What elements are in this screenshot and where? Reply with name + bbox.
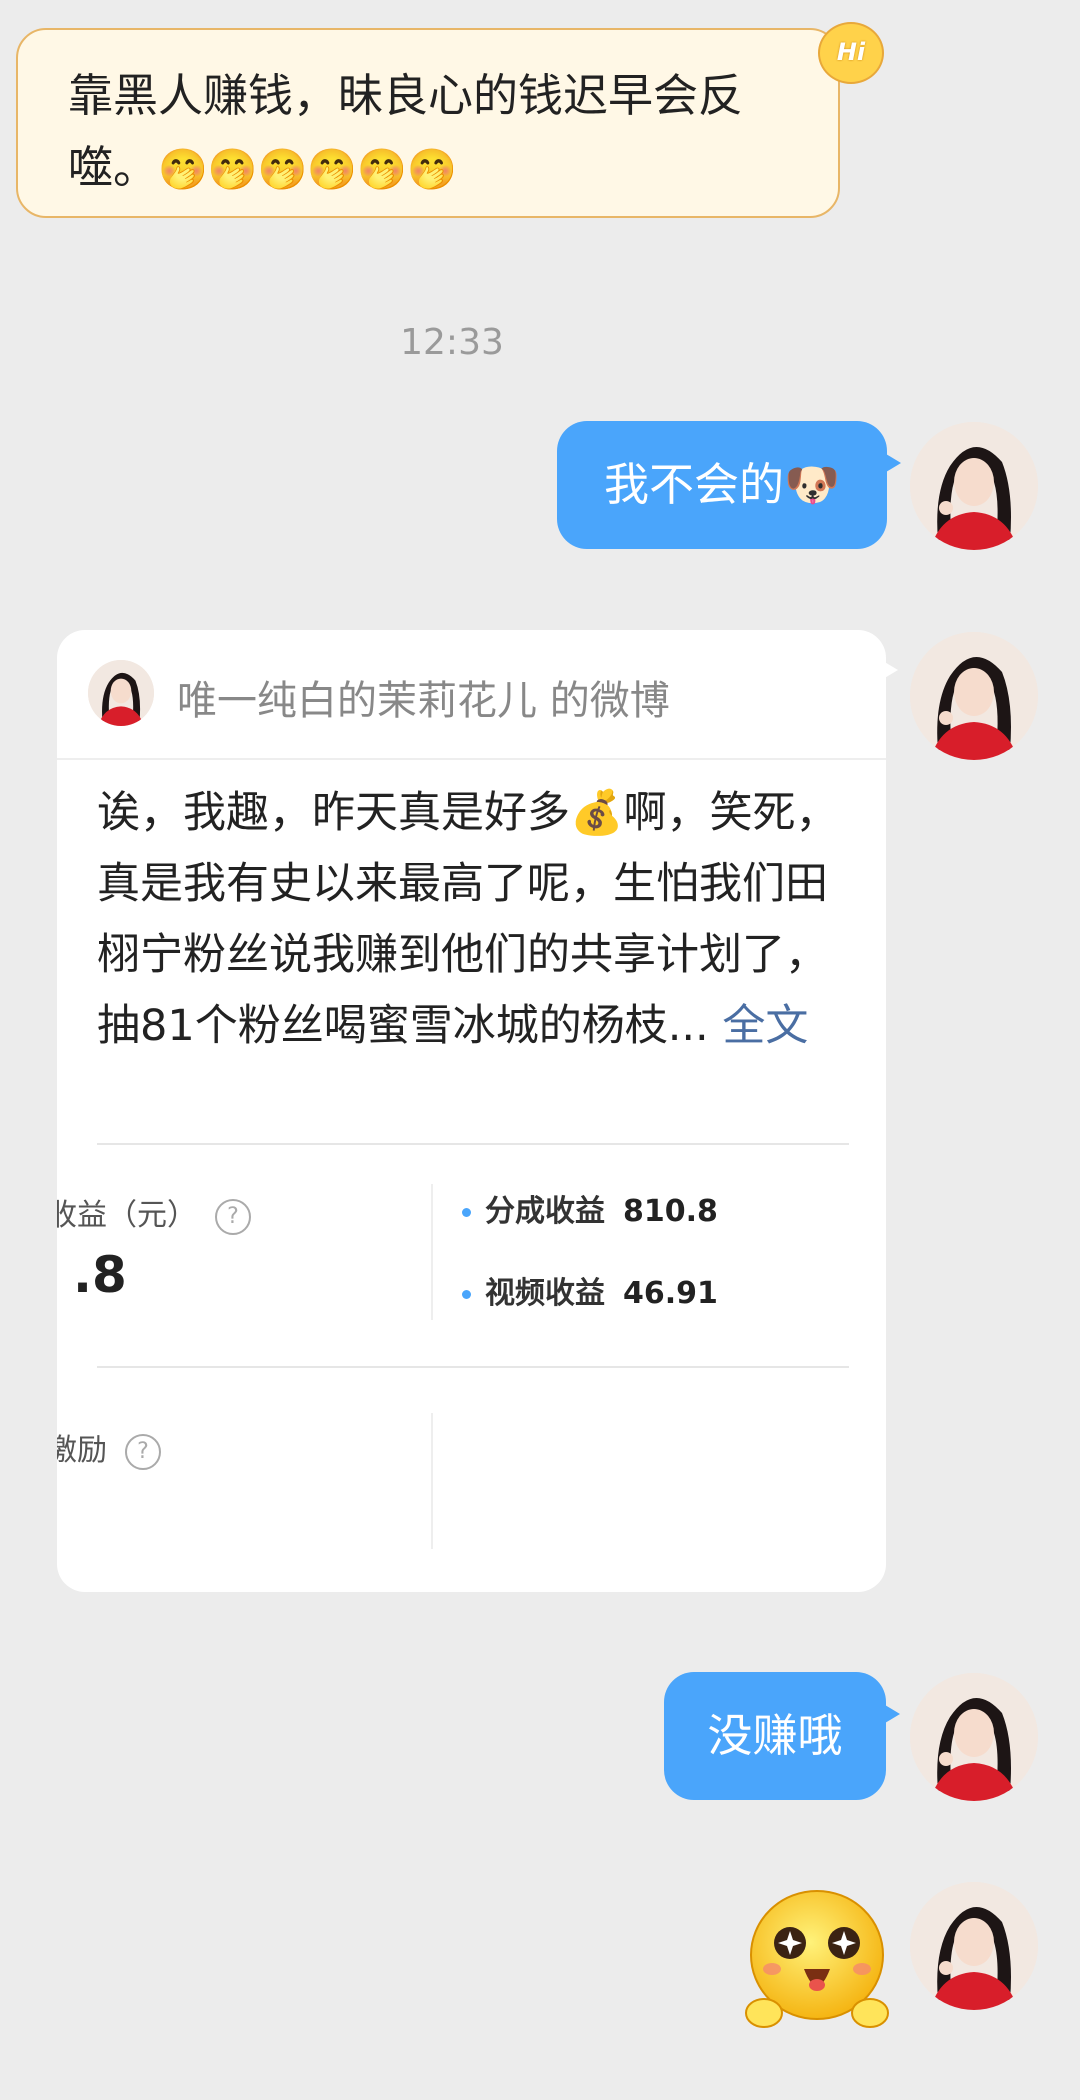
avatar[interactable]	[910, 1882, 1038, 2010]
card-body-text: 诶，我趣，昨天真是好多💰啊，笑死，真是我有史以来最高了呢，生怕我们田栩宁粉丝说我…	[97, 778, 857, 1062]
income-value: .8	[73, 1246, 127, 1304]
outgoing-message-text: 没赚哦	[707, 1709, 843, 1762]
avatar[interactable]	[910, 422, 1038, 550]
help-icon[interactable]: ?	[215, 1198, 251, 1235]
video-income-row: 视频收益 46.91	[462, 1268, 718, 1312]
bullet-dot-icon	[462, 1290, 471, 1299]
sticker-icon	[745, 1890, 889, 2028]
card-header: 唯一纯白的茉莉花儿 的微博	[57, 630, 886, 760]
avatar[interactable]	[910, 1673, 1038, 1801]
user-avatar-icon	[910, 1882, 1038, 2010]
emoji-row: 🤭🤭🤭🤭🤭🤭	[158, 147, 457, 193]
vertical-divider	[431, 1184, 433, 1320]
outgoing-message-text: 我不会的	[603, 458, 784, 511]
user-avatar-icon	[910, 632, 1038, 760]
message-timestamp: 12:33	[400, 322, 504, 363]
hi-badge-icon: Hi	[818, 22, 884, 84]
outgoing-message-bubble[interactable]: 我不会的🐶	[557, 421, 901, 549]
card-title: 唯一纯白的茉莉花儿 的微博	[177, 678, 670, 724]
card-tail	[878, 658, 898, 682]
help-icon[interactable]: ?	[125, 1433, 161, 1470]
doge-emoji-icon: 🐶	[783, 458, 841, 511]
avatar[interactable]	[910, 632, 1038, 760]
divider	[97, 1366, 849, 1368]
divider	[97, 1143, 849, 1145]
incoming-message-bubble[interactable]: 靠黑人赚钱，昧良心的钱迟早会反噬。🤭🤭🤭🤭🤭🤭	[16, 28, 840, 218]
split-income-row: 分成收益 810.8	[462, 1186, 718, 1230]
author-avatar-icon	[88, 660, 154, 726]
bullet-dot-icon	[462, 1208, 471, 1217]
weibo-share-card[interactable]: 唯一纯白的茉莉花儿 的微博 诶，我趣，昨天真是好多💰啊，笑死，真是我有史以来最高…	[57, 630, 886, 1592]
chat-view: 靠黑人赚钱，昧良心的钱迟早会反噬。🤭🤭🤭🤭🤭🤭 Hi 12:33 我不会的🐶 唯…	[0, 0, 1080, 2100]
smiling-sparkle-eyes-sticker-icon[interactable]	[742, 1885, 892, 2039]
card-author-avatar	[88, 660, 154, 726]
vertical-divider	[431, 1413, 433, 1549]
incentive-label: 激励?	[57, 1425, 161, 1470]
user-avatar-icon	[910, 422, 1038, 550]
user-avatar-icon	[910, 1673, 1038, 1801]
full-text-link[interactable]: 全文	[722, 1001, 808, 1051]
income-label: 收益（元）?	[57, 1190, 251, 1235]
outgoing-message-bubble[interactable]: 没赚哦	[664, 1672, 900, 1800]
